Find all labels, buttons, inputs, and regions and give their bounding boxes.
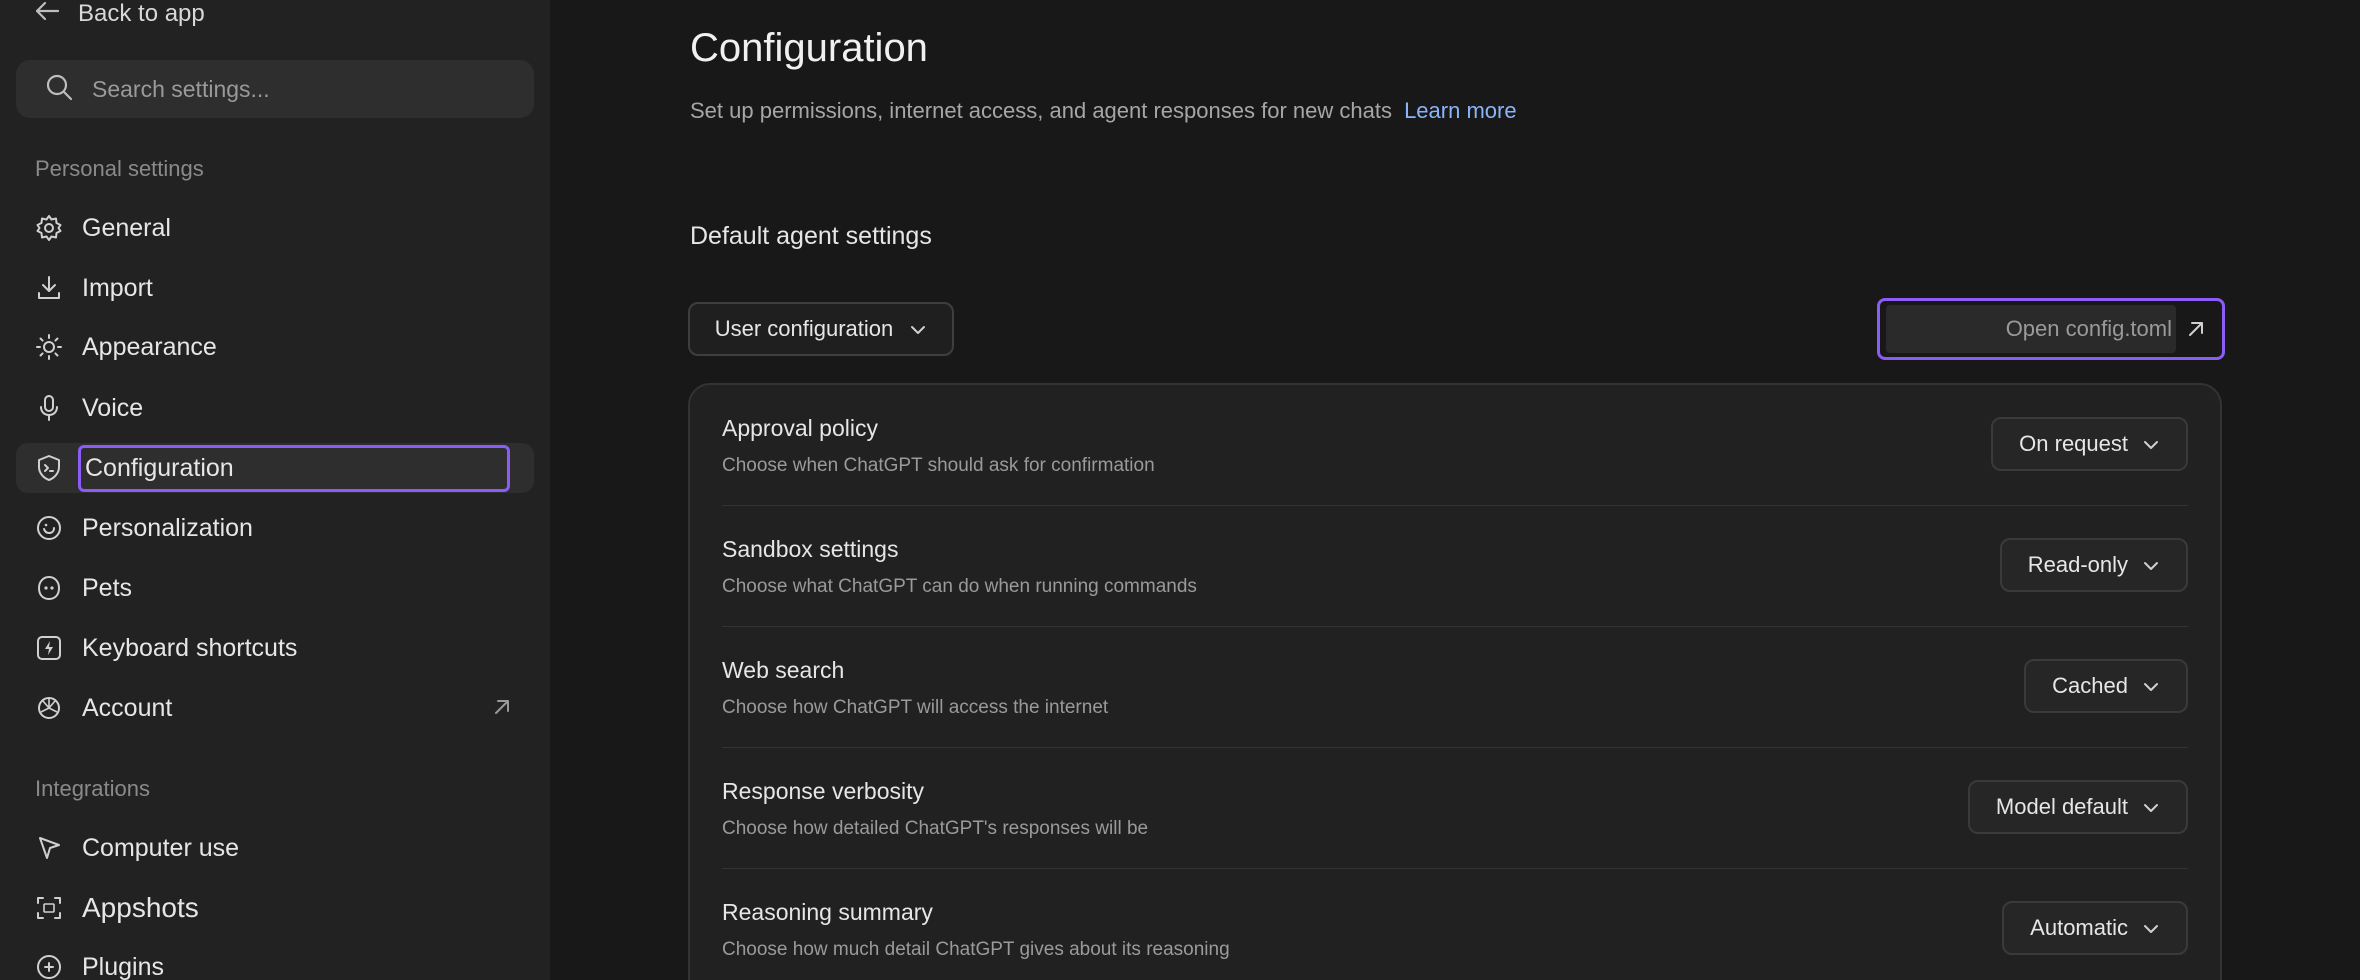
dropdown-value: Cached bbox=[2052, 673, 2128, 698]
sidebar-item-label: General bbox=[82, 213, 171, 242]
setting-description: Choose what ChatGPT can do when running … bbox=[722, 576, 1197, 597]
sidebar-item-general[interactable]: General bbox=[16, 203, 534, 253]
search-settings-input[interactable] bbox=[90, 74, 514, 104]
page-subtitle-text: Set up permissions, internet access, and… bbox=[690, 98, 1392, 123]
settings-window: Back to app Personal settings General Im… bbox=[0, 0, 2360, 980]
setting-description: Choose how much detail ChatGPT gives abo… bbox=[722, 939, 1230, 960]
search-icon bbox=[44, 72, 74, 107]
cursor-icon bbox=[34, 833, 64, 863]
openai-logo-icon bbox=[34, 693, 64, 723]
main-content: Configuration Set up permissions, intern… bbox=[550, 0, 2360, 980]
setting-title: Approval policy bbox=[722, 415, 878, 441]
chevron-down-icon bbox=[2142, 794, 2160, 820]
pet-icon bbox=[34, 573, 64, 603]
search-settings-box[interactable] bbox=[16, 60, 534, 118]
page-title: Configuration bbox=[690, 26, 928, 70]
chevron-down-icon bbox=[2142, 431, 2160, 457]
sidebar-item-configuration[interactable]: Configuration bbox=[16, 443, 534, 493]
back-to-app-link[interactable]: Back to app bbox=[34, 0, 205, 32]
approval-policy-dropdown[interactable]: On request bbox=[1991, 417, 2188, 471]
integrations-heading: Integrations bbox=[35, 776, 150, 801]
chevron-down-icon bbox=[2142, 915, 2160, 941]
plugin-icon bbox=[34, 952, 64, 980]
sidebar-item-label: Import bbox=[82, 273, 153, 302]
agent-settings-card: Approval policy Choose when ChatGPT shou… bbox=[688, 383, 2222, 980]
dropdown-value: Automatic bbox=[2030, 915, 2128, 940]
setting-row-web-search: Web search Choose how ChatGPT will acces… bbox=[722, 627, 2188, 748]
sidebar-item-label: Appshots bbox=[82, 892, 199, 923]
chevron-down-icon bbox=[909, 316, 927, 342]
dropdown-value: On request bbox=[2019, 431, 2128, 456]
setting-row-sandbox-settings: Sandbox settings Choose what ChatGPT can… bbox=[722, 506, 2188, 627]
sidebar-item-keyboard-shortcuts[interactable]: Keyboard shortcuts bbox=[16, 623, 534, 673]
sidebar-item-voice[interactable]: Voice bbox=[16, 383, 534, 433]
back-to-app-label: Back to app bbox=[78, 0, 205, 27]
screenshot-frame-icon bbox=[34, 893, 64, 923]
arrow-left-icon bbox=[34, 0, 60, 29]
sidebar-item-label: Plugins bbox=[82, 952, 164, 980]
sidebar-item-label: Appearance bbox=[82, 332, 217, 361]
microphone-icon bbox=[34, 393, 64, 423]
setting-title: Web search bbox=[722, 657, 845, 683]
download-icon bbox=[34, 273, 64, 303]
sidebar-item-label: Pets bbox=[82, 573, 133, 602]
sidebar-item-label: Personalization bbox=[82, 513, 253, 542]
reasoning-summary-dropdown[interactable]: Automatic bbox=[2002, 901, 2188, 955]
sidebar-item-appshots[interactable]: Appshots bbox=[16, 883, 534, 933]
gear-icon bbox=[34, 213, 64, 243]
external-link-icon bbox=[490, 695, 514, 726]
personal-settings-heading: Personal settings bbox=[35, 156, 204, 181]
sidebar-item-pets[interactable]: Pets bbox=[16, 563, 534, 613]
sidebar-item-computer-use[interactable]: Computer use bbox=[16, 823, 534, 873]
sidebar-item-label: Configuration bbox=[78, 444, 510, 492]
sidebar-item-label: Voice bbox=[82, 393, 144, 422]
sun-icon bbox=[34, 332, 64, 362]
setting-description: Choose how ChatGPT will access the inter… bbox=[722, 697, 1109, 718]
external-link-icon bbox=[2176, 318, 2216, 340]
sidebar-item-label: Keyboard shortcuts bbox=[82, 633, 298, 662]
learn-more-link[interactable]: Learn more bbox=[1404, 98, 1517, 123]
dropdown-value: Model default bbox=[1995, 794, 2128, 819]
sandbox-settings-dropdown[interactable]: Read-only bbox=[1999, 538, 2188, 592]
setting-description: Choose when ChatGPT should ask for confi… bbox=[722, 455, 1155, 476]
sidebar-item-import[interactable]: Import bbox=[16, 263, 534, 313]
smile-icon bbox=[34, 513, 64, 543]
setting-title: Sandbox settings bbox=[722, 536, 899, 562]
shield-terminal-icon bbox=[34, 453, 64, 483]
open-config-toml-label: Open config.toml bbox=[1886, 305, 2176, 353]
sidebar-item-personalization[interactable]: Personalization bbox=[16, 503, 534, 553]
chevron-down-icon bbox=[2142, 552, 2160, 578]
dropdown-value: Read-only bbox=[2027, 552, 2128, 577]
setting-row-response-verbosity: Response verbosity Choose how detailed C… bbox=[722, 748, 2188, 869]
sidebar-item-label: Account bbox=[82, 693, 173, 722]
sidebar-item-plugins[interactable]: Plugins bbox=[16, 942, 534, 980]
lightning-icon bbox=[34, 633, 64, 663]
setting-row-approval-policy: Approval policy Choose when ChatGPT shou… bbox=[722, 385, 2188, 506]
configuration-scope-dropdown[interactable]: User configuration bbox=[688, 302, 954, 356]
default-agent-settings-heading: Default agent settings bbox=[690, 222, 932, 250]
sidebar-item-appearance[interactable]: Appearance bbox=[16, 322, 534, 372]
chevron-down-icon bbox=[2142, 673, 2160, 699]
sidebar-item-account[interactable]: Account bbox=[16, 683, 534, 733]
setting-title: Reasoning summary bbox=[722, 899, 933, 925]
open-config-toml-button[interactable]: Open config.toml bbox=[1877, 298, 2225, 360]
setting-row-reasoning-summary: Reasoning summary Choose how much detail… bbox=[722, 869, 2188, 980]
setting-title: Response verbosity bbox=[722, 778, 924, 804]
sidebar-item-label: Computer use bbox=[82, 833, 240, 862]
setting-description: Choose how detailed ChatGPT's responses … bbox=[722, 818, 1149, 839]
configuration-scope-value: User configuration bbox=[714, 316, 894, 341]
sidebar: Back to app Personal settings General Im… bbox=[0, 0, 550, 980]
page-subtitle: Set up permissions, internet access, and… bbox=[690, 98, 1517, 124]
response-verbosity-dropdown[interactable]: Model default bbox=[1967, 780, 2188, 834]
web-search-dropdown[interactable]: Cached bbox=[2024, 659, 2188, 713]
